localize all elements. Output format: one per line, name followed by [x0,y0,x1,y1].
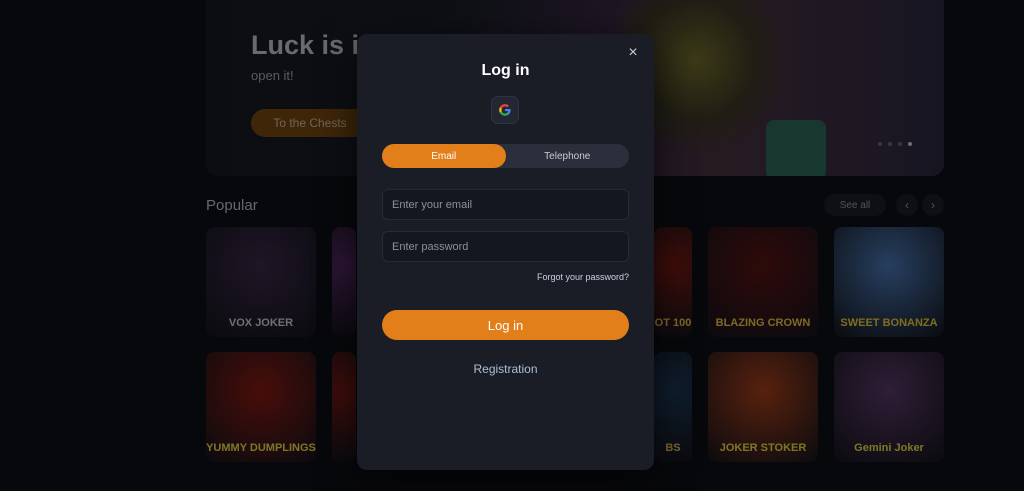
game-title: YUMMY DUMPLINGS [206,441,316,454]
game-tile[interactable]: BS [654,352,692,462]
carousel-dot[interactable] [888,142,892,146]
game-tile[interactable]: Gemini Joker [834,352,944,462]
see-all-button[interactable]: See all [824,194,886,216]
game-tile[interactable]: SWEET BONANZA [834,227,944,337]
game-title: SWEET BONANZA [840,316,938,329]
close-icon[interactable]: × [624,44,642,62]
to-chests-button[interactable]: To the Chests [251,109,369,137]
carousel-dot[interactable] [898,142,902,146]
tab-email[interactable]: Email [382,144,506,168]
game-title: BS [665,441,681,454]
modal-title: Log in [481,62,530,79]
login-method-toggle: Email Telephone [382,144,629,168]
carousel-dot-active[interactable] [908,142,912,146]
game-title: JOKER STOKER [719,441,807,454]
carousel-dot[interactable] [878,142,882,146]
game-title: Gemini Joker [854,441,924,454]
game-tile[interactable]: VOX JOKER [206,227,316,337]
game-title: BLAZING CROWN [715,316,811,329]
game-tile[interactable] [332,352,356,462]
game-tile[interactable]: BLAZING CROWN [708,227,818,337]
registration-link[interactable]: Registration [357,362,654,376]
next-arrow-button[interactable]: › [922,194,944,216]
section-title-popular: Popular [206,197,258,214]
game-tile[interactable] [332,227,356,337]
game-title: OT 100 [654,316,692,329]
game-tile[interactable]: OT 100 [654,227,692,337]
google-login-button[interactable] [491,96,519,124]
prev-arrow-button[interactable]: ‹ [896,194,918,216]
forgot-password-link[interactable]: Forgot your password? [537,272,629,282]
carousel-dots [878,142,912,146]
password-input[interactable] [382,231,629,262]
login-modal: × Log in Email Telephone Forgot your pas… [357,34,654,470]
hero-title: Luck is i [251,30,360,60]
hero-subtitle: open it! [251,68,294,83]
email-input[interactable] [382,189,629,220]
game-tile[interactable]: YUMMY DUMPLINGS [206,352,316,462]
hero-pedestal [766,120,826,176]
login-button[interactable]: Log in [382,310,629,340]
tab-telephone[interactable]: Telephone [506,144,630,168]
game-title: VOX JOKER [228,316,294,329]
google-icon [499,104,511,116]
game-tile[interactable]: JOKER STOKER [708,352,818,462]
